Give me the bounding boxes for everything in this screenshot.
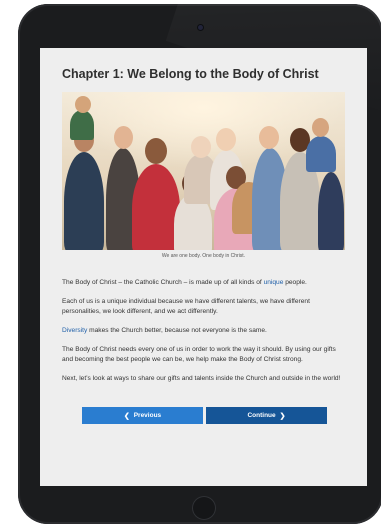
continue-button-label: Continue — [247, 412, 276, 419]
hero-image-family-group — [62, 92, 345, 250]
glossary-link-unique[interactable]: unique — [264, 279, 284, 286]
chevron-right-icon: ❯ — [279, 412, 286, 420]
paragraph-2: Each of us is a unique individual becaus… — [62, 298, 310, 315]
home-button[interactable] — [192, 496, 216, 520]
page-title: Chapter 1: We Belong to the Body of Chri… — [62, 67, 319, 81]
tablet-frame: Chapter 1: We Belong to the Body of Chri… — [18, 4, 381, 524]
previous-button[interactable]: ❮ Previous — [82, 407, 203, 424]
paragraph-3: Diversity makes the Church better, becau… — [62, 326, 345, 336]
camera-dot — [198, 25, 203, 30]
chevron-left-icon: ❮ — [123, 412, 130, 420]
paragraph-4: The Body of Christ needs every one of us… — [62, 346, 336, 363]
paragraph-3-text-after: makes the Church better, because not eve… — [87, 327, 267, 334]
screen: Chapter 1: We Belong to the Body of Chri… — [40, 48, 367, 486]
paragraph-1-text-after: people. — [283, 279, 307, 286]
previous-button-label: Previous — [133, 412, 162, 419]
glossary-link-diversity[interactable]: Diversity — [62, 327, 87, 334]
continue-button[interactable]: Continue ❯ — [206, 407, 327, 424]
image-caption: We are one body. One body in Christ. — [161, 253, 246, 259]
paragraph-1-text-before: The Body of Christ – the Catholic Church… — [62, 279, 264, 286]
paragraph-1: The Body of Christ – the Catholic Church… — [62, 278, 345, 288]
paragraph-5: Next, let’s look at ways to share our gi… — [62, 375, 341, 382]
